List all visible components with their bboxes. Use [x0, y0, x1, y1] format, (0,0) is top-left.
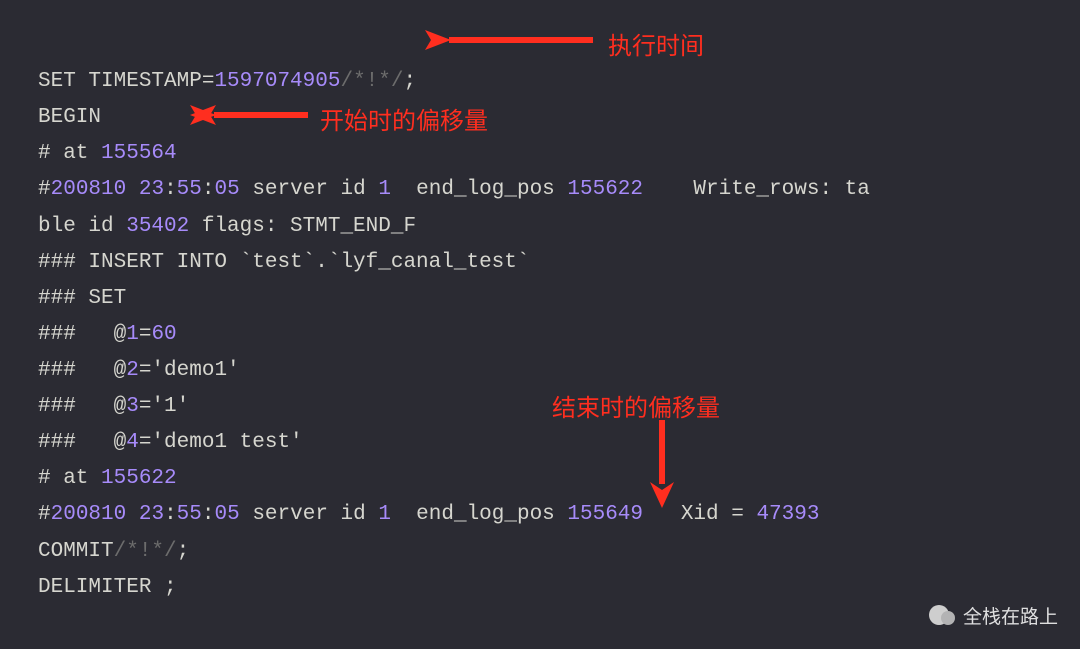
code-line: #200810 23:55:05 server id 1 end_log_pos…: [38, 178, 870, 201]
code-line: DELIMITER ;: [38, 576, 177, 599]
code-line: # at 155564: [38, 142, 177, 165]
code-line: ### @1=60: [38, 323, 177, 346]
watermark-text: 全栈在路上: [963, 602, 1058, 629]
code-line: # at 155622: [38, 467, 177, 490]
code-block: SET TIMESTAMP=1597074905/*!*/; BEGIN # a…: [0, 0, 1080, 634]
code-line: COMMIT/*!*/;: [38, 540, 189, 563]
code-line: ### @2='demo1': [38, 359, 240, 382]
code-line: #200810 23:55:05 server id 1 end_log_pos…: [38, 503, 819, 526]
code-line: ### INSERT INTO `test`.`lyf_canal_test`: [38, 251, 529, 274]
watermark: 全栈在路上: [929, 602, 1058, 629]
code-line: ble id 35402 flags: STMT_END_F: [38, 215, 416, 238]
wechat-icon: [929, 605, 955, 627]
code-line: ### SET: [38, 287, 126, 310]
code-line: SET TIMESTAMP=1597074905/*!*/;: [38, 70, 416, 93]
code-line: ### @3='1': [38, 395, 189, 418]
code-line: BEGIN: [38, 106, 101, 129]
code-line: ### @4='demo1 test': [38, 431, 303, 454]
